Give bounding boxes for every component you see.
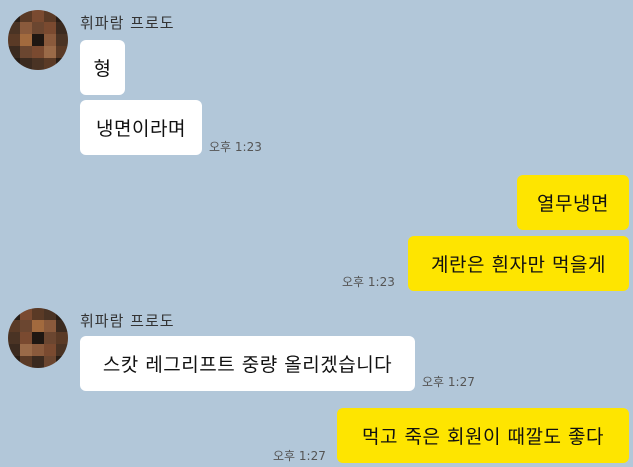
timestamp: 오후 1:27 [273,449,326,463]
chat-bubble[interactable]: 냉면이라며 [80,100,202,155]
chat-bubble[interactable]: 스캇 레그리프트 중량 올리겠습니다 [80,336,415,391]
sender-name: 휘파람 프로도 [80,312,175,330]
chat-bubble[interactable]: 먹고 죽은 회원이 때깔도 좋다 [337,408,629,463]
timestamp: 오후 1:23 [342,275,395,289]
chat-bubble[interactable]: 계란은 흰자만 먹을게 [408,236,629,291]
avatar[interactable] [8,308,68,368]
chat-bubble[interactable]: 열무냉면 [517,175,629,230]
avatar[interactable] [8,10,68,70]
timestamp: 오후 1:27 [422,375,475,389]
chat-bubble[interactable]: 형 [80,40,125,95]
timestamp: 오후 1:23 [209,140,262,154]
sender-name: 휘파람 프로도 [80,14,175,32]
